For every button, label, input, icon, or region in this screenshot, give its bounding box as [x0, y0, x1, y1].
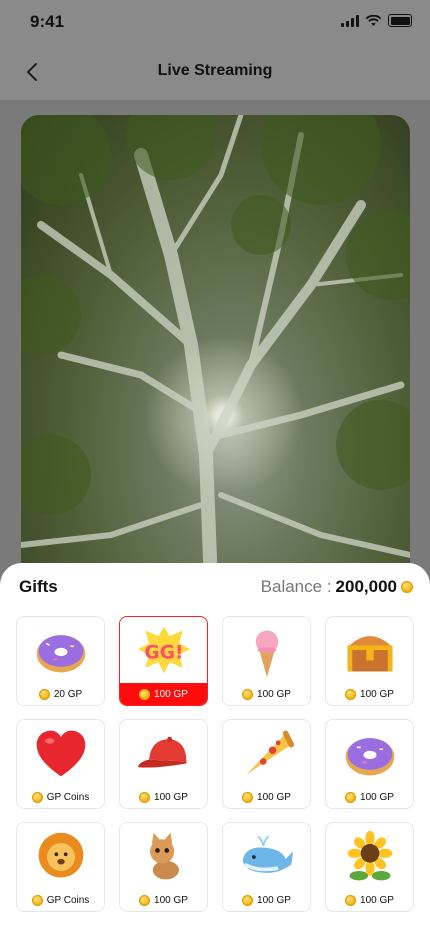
gift-card-sunflower[interactable]: 100 GP — [325, 822, 414, 912]
gift-card-donut[interactable]: 20 GP — [16, 616, 105, 706]
coin-icon — [38, 688, 50, 700]
gift-price: 100 GP — [360, 894, 394, 906]
gift-card-heart[interactable]: GP Coins — [16, 719, 105, 809]
coin-icon — [345, 791, 357, 803]
balance-value: 200,000 — [335, 577, 397, 596]
wifi-icon — [365, 14, 382, 26]
gift-card-ice-cream[interactable]: 100 GP — [222, 616, 311, 706]
gift-price: 100 GP — [154, 894, 188, 906]
coin-icon — [242, 894, 254, 906]
gift-price: 100 GP — [154, 688, 188, 700]
tree-canopy-image — [21, 115, 410, 585]
lion-icon — [38, 832, 83, 878]
gift-price: 100 GP — [257, 688, 291, 700]
coin-icon — [139, 688, 151, 700]
gift-price: 100 GP — [360, 791, 394, 803]
cap-icon — [137, 736, 186, 768]
donut-icon — [345, 738, 394, 776]
gift-card-pizza[interactable]: 100 GP — [222, 719, 311, 809]
battery-icon — [388, 14, 412, 27]
gifts-sheet: Gifts Balance : 200,000 20 GP GG! 100 GP — [0, 563, 430, 932]
heart-icon — [36, 730, 85, 777]
coin-icon — [345, 894, 357, 906]
coin-icon — [139, 894, 151, 906]
live-video[interactable] — [21, 115, 410, 585]
gift-card-treasure-chest[interactable]: 100 GP — [325, 616, 414, 706]
gift-card-cap[interactable]: 100 GP — [119, 719, 208, 809]
coin-icon — [31, 791, 43, 803]
coin-icon — [139, 791, 151, 803]
gift-card-cat[interactable]: 100 GP — [119, 822, 208, 912]
balance-label: Balance : — [260, 577, 332, 596]
gifts-title: Gifts — [19, 577, 58, 596]
top-bar: 9:41 Live Streaming — [0, 0, 430, 100]
gift-card-whale[interactable]: 100 GP — [222, 822, 311, 912]
gg-badge-icon: GG! — [137, 626, 190, 674]
gift-grid: 20 GP GG! 100 GP 100 GP 100 GP GP Coins … — [16, 616, 414, 912]
gift-price: 100 GP — [257, 894, 291, 906]
coin-icon — [31, 894, 43, 906]
coin-icon — [401, 581, 413, 593]
treasure-chest-icon — [347, 636, 392, 672]
ice-cream-icon — [255, 630, 278, 678]
cat-icon — [149, 832, 179, 880]
page-title: Live Streaming — [157, 62, 273, 79]
whale-icon — [242, 835, 293, 873]
gift-price: 20 GP — [53, 688, 83, 700]
gift-price: 100 GP — [360, 688, 394, 700]
coin-icon — [242, 688, 254, 700]
gift-card-gg[interactable]: GG! 100 GP — [119, 616, 208, 706]
coin-icon — [345, 688, 357, 700]
status-icons — [341, 14, 412, 27]
coin-icon — [242, 791, 254, 803]
signal-icon — [341, 14, 359, 27]
pizza-icon — [245, 730, 294, 775]
balance: Balance : 200,000 — [261, 577, 413, 597]
gift-price: GP Coins — [46, 894, 90, 906]
gift-card-donut-2[interactable]: 100 GP — [325, 719, 414, 809]
gift-price: 100 GP — [154, 791, 188, 803]
gift-card-lion[interactable]: GP Coins — [16, 822, 105, 912]
gift-price: GP Coins — [46, 791, 90, 803]
donut-icon — [36, 635, 85, 673]
sunflower-icon — [347, 830, 392, 881]
gift-price: 100 GP — [257, 791, 291, 803]
svg-text:GG!: GG! — [144, 642, 183, 663]
status-time: 9:41 — [30, 12, 65, 31]
